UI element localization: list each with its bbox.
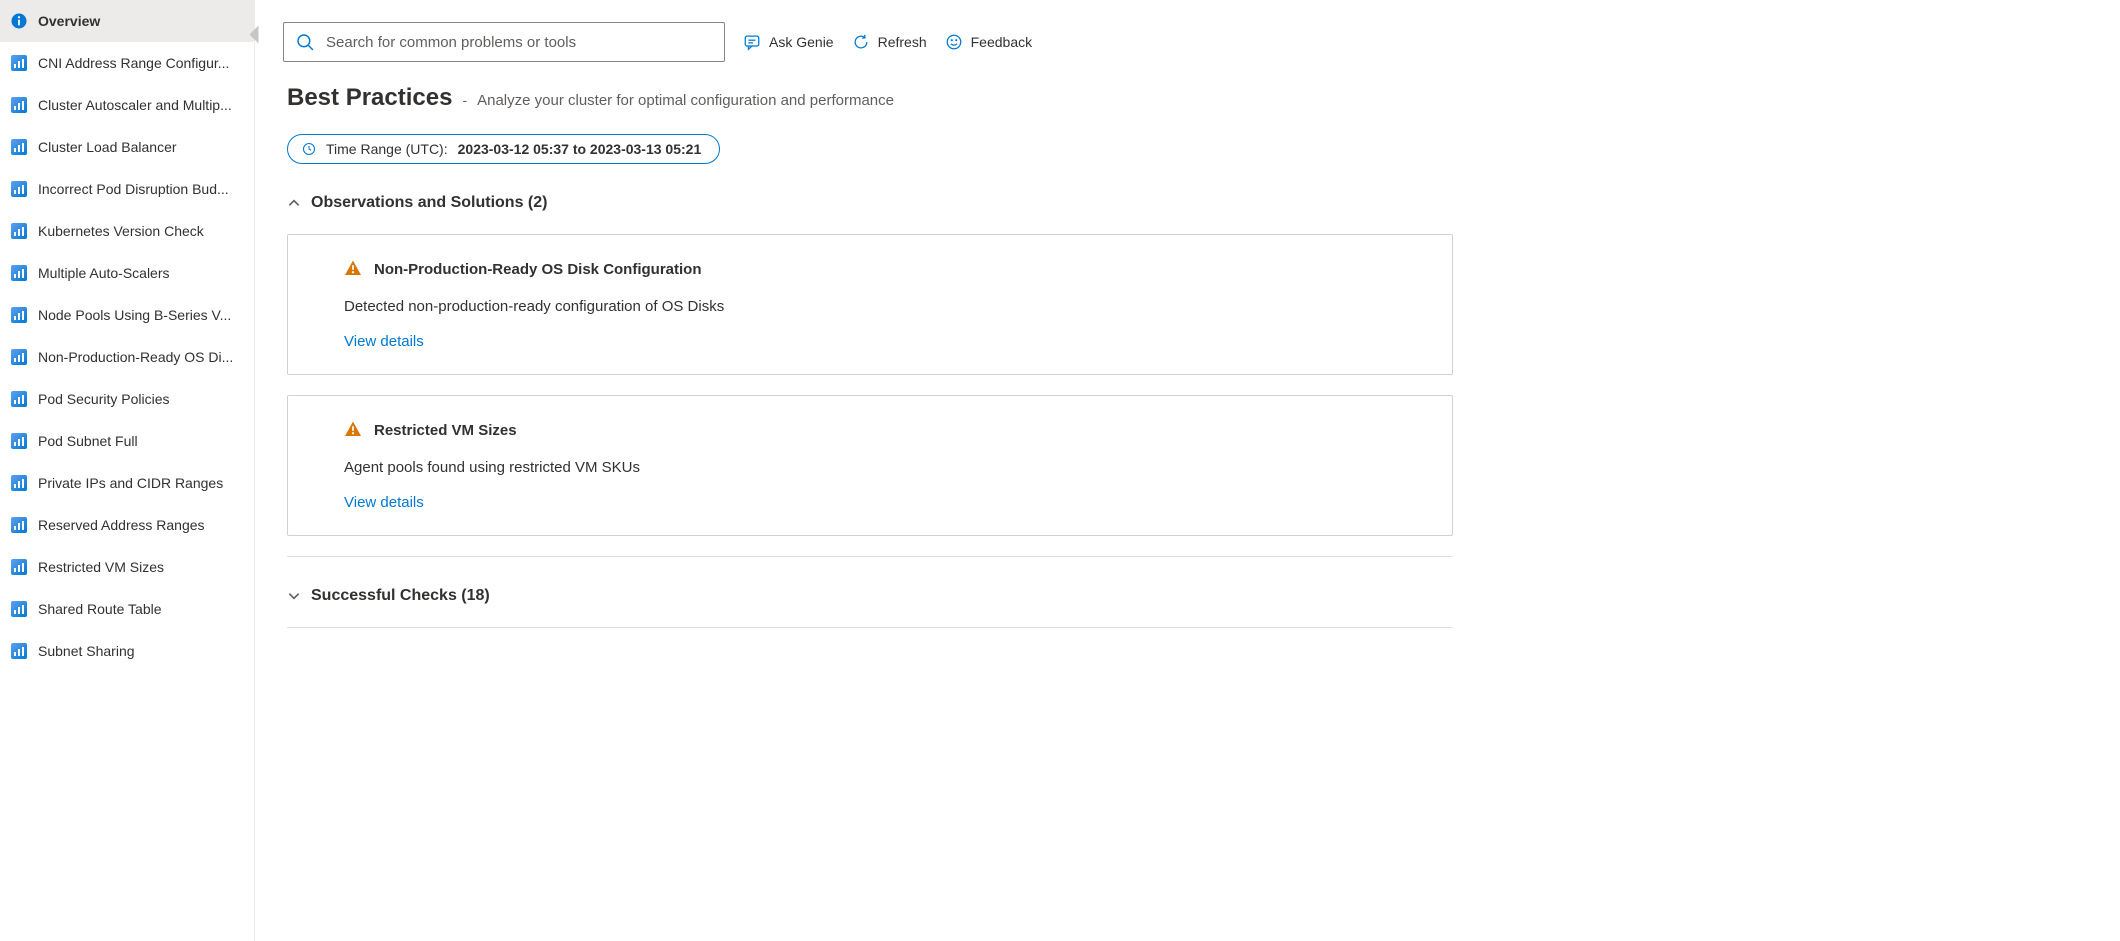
chart-icon <box>11 265 27 281</box>
warning-icon <box>344 259 362 277</box>
clock-icon <box>302 142 316 156</box>
chart-icon <box>11 139 27 155</box>
sidebar-collapse-toggle[interactable] <box>250 26 259 44</box>
refresh-label: Refresh <box>878 34 927 50</box>
view-details-link[interactable]: View details <box>344 333 424 350</box>
section-divider <box>287 556 1453 557</box>
chart-icon <box>11 601 27 617</box>
chart-icon <box>11 643 27 659</box>
section-divider <box>287 627 1453 628</box>
sidebar-item-label: Subnet Sharing <box>38 643 244 659</box>
observation-card: Non-Production-Ready OS Disk Configurati… <box>287 234 1453 375</box>
observation-card-title: Non-Production-Ready OS Disk Configurati… <box>374 261 702 278</box>
successful-checks-section-header[interactable]: Successful Checks (18) <box>287 583 1453 609</box>
refresh-button[interactable]: Refresh <box>852 33 927 51</box>
sidebar-item-label: Private IPs and CIDR Ranges <box>38 475 244 491</box>
sidebar-item-label: Non-Production-Ready OS Di... <box>38 349 244 365</box>
chart-icon <box>11 391 27 407</box>
time-range-pill[interactable]: Time Range (UTC): 2023-03-12 05:37 to 20… <box>287 134 720 164</box>
observations-section-header[interactable]: Observations and Solutions (2) <box>287 190 1453 216</box>
topbar: Ask Genie Refresh Feedback <box>255 0 2120 76</box>
ask-genie-label: Ask Genie <box>769 34 834 50</box>
sidebar-item[interactable]: Non-Production-Ready OS Di... <box>0 336 254 378</box>
sidebar-item[interactable]: Cluster Autoscaler and Multip... <box>0 84 254 126</box>
page-subtitle: Analyze your cluster for optimal configu… <box>477 92 894 109</box>
refresh-icon <box>852 33 870 51</box>
page-title: Best Practices <box>287 84 452 112</box>
sidebar-item[interactable]: Kubernetes Version Check <box>0 210 254 252</box>
sidebar-item-label: Cluster Load Balancer <box>38 139 244 155</box>
chart-icon <box>11 307 27 323</box>
time-range-label: Time Range (UTC): <box>326 141 448 157</box>
sidebar-item-label: CNI Address Range Configur... <box>38 55 244 71</box>
sidebar-item[interactable]: Incorrect Pod Disruption Bud... <box>0 168 254 210</box>
chart-icon <box>11 433 27 449</box>
sidebar-item[interactable]: Restricted VM Sizes <box>0 546 254 588</box>
view-details-link[interactable]: View details <box>344 494 424 511</box>
chart-icon <box>11 97 27 113</box>
info-icon <box>11 13 27 29</box>
observations-section-title: Observations and Solutions (2) <box>311 194 547 212</box>
feedback-button[interactable]: Feedback <box>945 33 1032 51</box>
successful-checks-section-title: Successful Checks (18) <box>311 587 490 605</box>
sidebar-item[interactable]: Multiple Auto-Scalers <box>0 252 254 294</box>
sidebar-item[interactable]: Private IPs and CIDR Ranges <box>0 462 254 504</box>
sidebar-item[interactable]: Cluster Load Balancer <box>0 126 254 168</box>
page-title-separator: - <box>462 92 467 108</box>
sidebar-item-label: Shared Route Table <box>38 601 244 617</box>
sidebar-item[interactable]: Pod Security Policies <box>0 378 254 420</box>
sidebar-item[interactable]: CNI Address Range Configur... <box>0 42 254 84</box>
sidebar: Overview CNI Address Range Configur... Clu… <box>0 0 255 941</box>
chart-icon <box>11 349 27 365</box>
sidebar-item-overview[interactable]: Overview <box>0 0 254 42</box>
sidebar-item[interactable]: Pod Subnet Full <box>0 420 254 462</box>
observation-card: Restricted VM Sizes Agent pools found usi… <box>287 395 1453 536</box>
sidebar-item-label: Reserved Address Ranges <box>38 517 244 533</box>
sidebar-item-label: Pod Security Policies <box>38 391 244 407</box>
search-icon <box>296 33 314 51</box>
chart-icon <box>11 517 27 533</box>
sidebar-item[interactable]: Reserved Address Ranges <box>0 504 254 546</box>
chart-icon <box>11 55 27 71</box>
chart-icon <box>11 475 27 491</box>
sidebar-item-label: Kubernetes Version Check <box>38 223 244 239</box>
search-input[interactable] <box>324 33 712 52</box>
sidebar-item[interactable]: Shared Route Table <box>0 588 254 630</box>
chevron-up-icon <box>287 196 301 210</box>
sidebar-item-label: Pod Subnet Full <box>38 433 244 449</box>
ask-genie-button[interactable]: Ask Genie <box>743 33 834 51</box>
sidebar-item-label: Overview <box>38 13 244 29</box>
sidebar-item-label: Node Pools Using B-Series V... <box>38 307 244 323</box>
observation-card-description: Agent pools found using restricted VM SK… <box>344 459 1396 476</box>
sidebar-item[interactable]: Subnet Sharing <box>0 630 254 672</box>
chat-icon <box>743 33 761 51</box>
sidebar-item-label: Incorrect Pod Disruption Bud... <box>38 181 244 197</box>
main-panel: Ask Genie Refresh Feedback Best Practice… <box>255 0 2120 941</box>
chevron-down-icon <box>287 589 301 603</box>
observation-card-description: Detected non-production-ready configurat… <box>344 298 1396 315</box>
search-box[interactable] <box>283 22 725 62</box>
page-heading: Best Practices - Analyze your cluster fo… <box>287 84 1453 112</box>
smile-icon <box>945 33 963 51</box>
observation-card-title: Restricted VM Sizes <box>374 422 517 439</box>
sidebar-item[interactable]: Node Pools Using B-Series V... <box>0 294 254 336</box>
chart-icon <box>11 559 27 575</box>
time-range-value: 2023-03-12 05:37 to 2023-03-13 05:21 <box>458 141 702 157</box>
warning-icon <box>344 420 362 438</box>
sidebar-item-label: Multiple Auto-Scalers <box>38 265 244 281</box>
feedback-label: Feedback <box>971 34 1032 50</box>
sidebar-item-label: Cluster Autoscaler and Multip... <box>38 97 244 113</box>
sidebar-item-label: Restricted VM Sizes <box>38 559 244 575</box>
chart-icon <box>11 181 27 197</box>
chart-icon <box>11 223 27 239</box>
